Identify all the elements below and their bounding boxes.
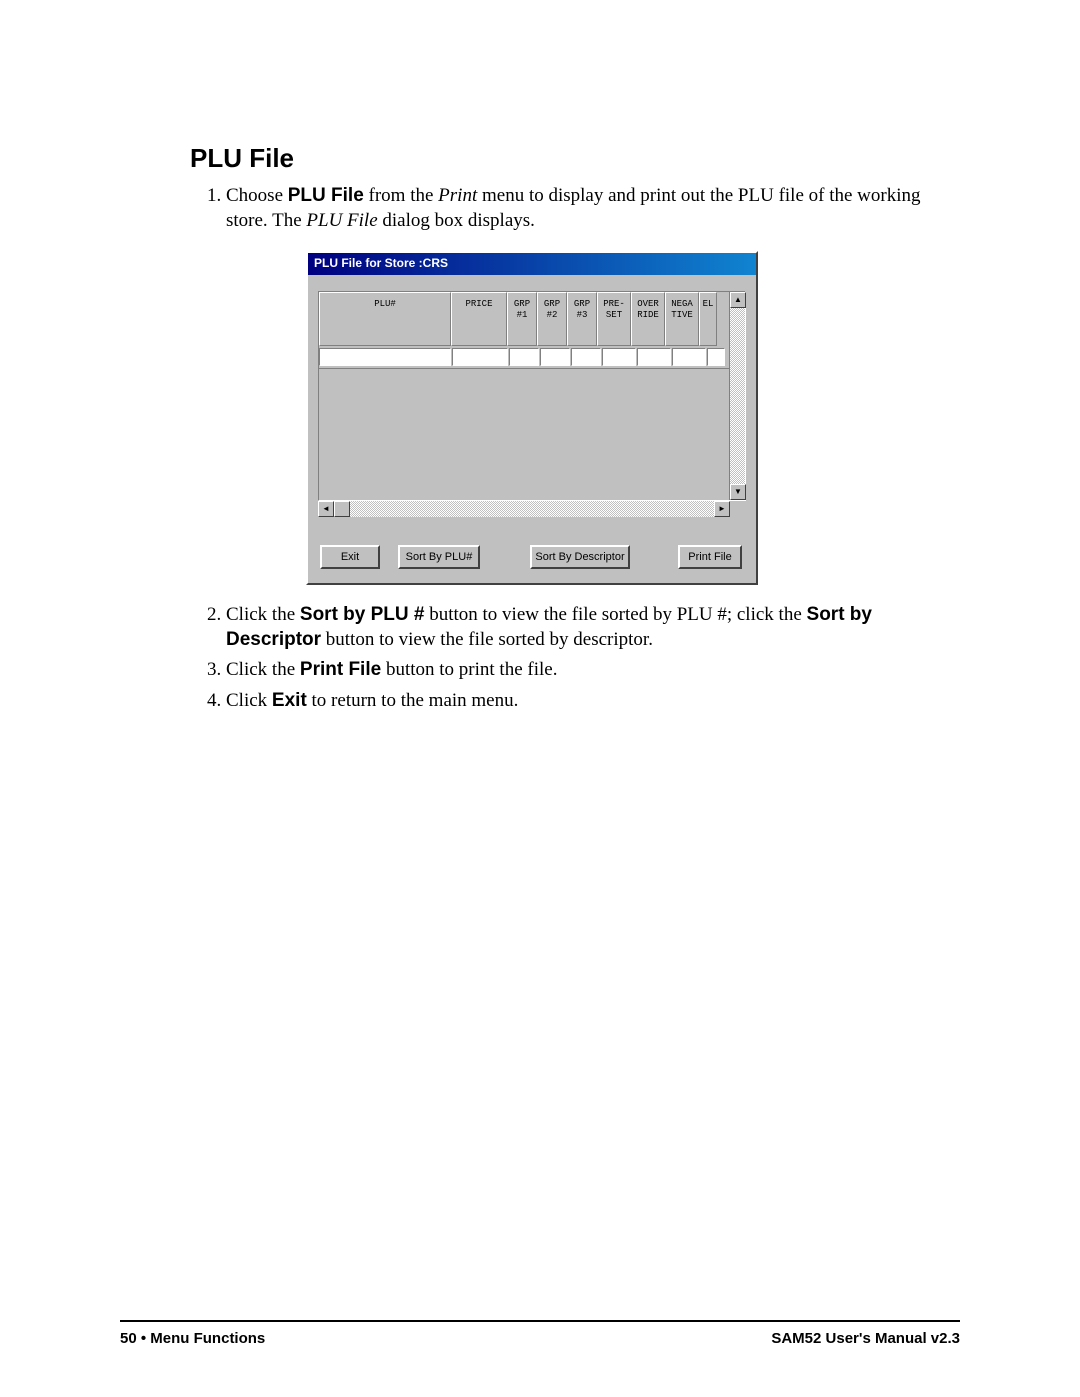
footer-rule bbox=[120, 1320, 960, 1322]
col-override: OVER RIDE bbox=[631, 292, 665, 346]
col-el: EL bbox=[699, 292, 717, 346]
input-price[interactable] bbox=[452, 348, 508, 366]
scroll-down-icon[interactable]: ▼ bbox=[730, 484, 746, 500]
col-price: PRICE bbox=[451, 292, 507, 346]
horizontal-scrollbar[interactable]: ◄ ► bbox=[318, 501, 730, 517]
col-preset: PRE- SET bbox=[597, 292, 631, 346]
step-4: Click Exit to return to the main menu. bbox=[226, 689, 960, 714]
col-grp2: GRP #2 bbox=[537, 292, 567, 346]
step-2: Click the Sort by PLU # button to view t… bbox=[226, 603, 960, 652]
grid-input-row bbox=[319, 348, 729, 366]
step-1: Choose PLU File from the Print menu to d… bbox=[226, 184, 960, 585]
input-el[interactable] bbox=[707, 348, 725, 366]
grid-header-row: PLU# PRICE GRP #1 GRP #2 GRP #3 PRE- SET… bbox=[319, 292, 729, 346]
grid-data-area bbox=[319, 368, 729, 500]
exit-button[interactable]: Exit bbox=[320, 545, 380, 569]
instruction-list: Choose PLU File from the Print menu to d… bbox=[190, 184, 960, 714]
sort-by-descriptor-button[interactable]: Sort By Descriptor bbox=[530, 545, 630, 569]
input-override[interactable] bbox=[637, 348, 671, 366]
input-grp1[interactable] bbox=[509, 348, 539, 366]
input-preset[interactable] bbox=[602, 348, 636, 366]
scroll-thumb[interactable] bbox=[334, 501, 350, 517]
sort-by-plu-button[interactable]: Sort By PLU# bbox=[398, 545, 480, 569]
plu-file-dialog: PLU File for Store :CRS PLU# PRICE GRP #… bbox=[306, 251, 758, 585]
col-grp1: GRP #1 bbox=[507, 292, 537, 346]
section-heading: PLU File bbox=[190, 143, 960, 174]
vertical-scrollbar[interactable]: ▲ ▼ bbox=[729, 292, 745, 500]
input-grp2[interactable] bbox=[540, 348, 570, 366]
print-file-button[interactable]: Print File bbox=[678, 545, 742, 569]
dialog-titlebar: PLU File for Store :CRS bbox=[308, 253, 756, 275]
input-plu[interactable] bbox=[319, 348, 451, 366]
step-3: Click the Print File button to print the… bbox=[226, 658, 960, 683]
page-footer: 50 • Menu Functions SAM52 User's Manual … bbox=[120, 1330, 960, 1347]
scroll-right-icon[interactable]: ► bbox=[714, 501, 730, 517]
footer-right: SAM52 User's Manual v2.3 bbox=[771, 1330, 960, 1347]
scroll-up-icon[interactable]: ▲ bbox=[730, 292, 746, 308]
scroll-left-icon[interactable]: ◄ bbox=[318, 501, 334, 517]
col-negative: NEGA TIVE bbox=[665, 292, 699, 346]
input-negative[interactable] bbox=[672, 348, 706, 366]
footer-left: 50 • Menu Functions bbox=[120, 1330, 265, 1347]
input-grp3[interactable] bbox=[571, 348, 601, 366]
col-grp3: GRP #3 bbox=[567, 292, 597, 346]
col-plu: PLU# bbox=[319, 292, 451, 346]
data-grid: PLU# PRICE GRP #1 GRP #2 GRP #3 PRE- SET… bbox=[318, 291, 746, 501]
